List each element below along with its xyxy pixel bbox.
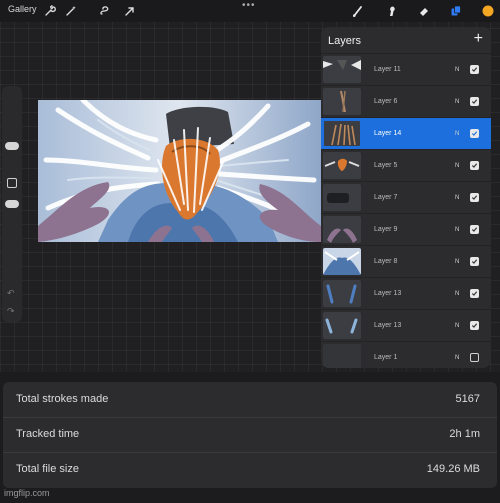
layer-thumbnail: [323, 280, 361, 307]
gallery-button[interactable]: Gallery: [8, 4, 37, 14]
magic-wand-icon[interactable]: [63, 3, 79, 19]
layer-name: Layer 8: [374, 258, 398, 265]
layer-row[interactable]: Layer 13 N: [321, 309, 491, 341]
layer-row[interactable]: Layer 5 N: [321, 149, 491, 181]
layer-name: Layer 14: [374, 130, 402, 137]
redo-icon[interactable]: ↷: [7, 306, 15, 317]
undo-icon[interactable]: ↶: [7, 288, 15, 299]
layer-name: Layer 9: [374, 226, 398, 233]
layer-visibility-checkbox[interactable]: [470, 161, 479, 170]
drawing-stats-panel: Total strokes made 5167 Tracked time 2h …: [3, 382, 497, 488]
layer-name: Layer 13: [374, 290, 402, 297]
color-icon[interactable]: [480, 3, 496, 19]
stat-label: Tracked time: [16, 428, 80, 440]
layer-row[interactable]: Layer 11 N: [321, 53, 491, 85]
layer-row[interactable]: Layer 8 N: [321, 245, 491, 277]
more-options-dots[interactable]: •••: [242, 0, 256, 11]
blend-mode[interactable]: N: [455, 163, 459, 169]
layer-row[interactable]: Layer 7 N: [321, 181, 491, 213]
layers-panel-title: Layers: [328, 35, 362, 47]
layer-name: Layer 11: [374, 66, 401, 73]
layer-thumbnail: [323, 184, 361, 211]
blend-mode[interactable]: N: [455, 131, 459, 137]
blend-mode[interactable]: N: [455, 355, 459, 361]
brush-size-slider[interactable]: [5, 142, 19, 150]
stat-value: 2h 1m: [449, 428, 480, 440]
transform-icon[interactable]: [122, 3, 138, 19]
blend-mode[interactable]: N: [455, 227, 459, 233]
layer-visibility-checkbox[interactable]: [470, 321, 479, 330]
wrench-icon[interactable]: [42, 3, 58, 19]
selection-icon[interactable]: [97, 3, 113, 19]
layer-row[interactable]: Layer 1 N: [321, 341, 491, 368]
layer-visibility-checkbox[interactable]: [470, 353, 479, 362]
smudge-icon[interactable]: [384, 3, 400, 19]
layer-name: Layer 7: [374, 194, 398, 201]
layer-name: Layer 13: [374, 322, 402, 329]
layer-visibility-checkbox[interactable]: [470, 289, 479, 298]
blend-mode[interactable]: N: [455, 99, 459, 105]
layers-icon[interactable]: [448, 3, 464, 19]
eraser-icon[interactable]: [416, 3, 432, 19]
layer-visibility-checkbox[interactable]: [470, 225, 479, 234]
layer-thumbnail: [323, 88, 361, 115]
layer-row[interactable]: Layer 9 N: [321, 213, 491, 245]
brush-icon[interactable]: [350, 3, 366, 19]
layer-thumbnail: [323, 248, 361, 275]
layer-visibility-checkbox[interactable]: [470, 257, 479, 266]
layer-name: Layer 5: [374, 162, 398, 169]
add-layer-button[interactable]: +: [474, 30, 483, 48]
modify-button[interactable]: [7, 178, 17, 188]
stat-label: Total strokes made: [16, 393, 109, 405]
layer-thumbnail: [323, 312, 361, 339]
layers-panel: Layers + Layer 11 N Layer 6 N Layer 14 N…: [321, 27, 491, 368]
layer-thumbnail: [323, 344, 361, 368]
layer-name: Layer 1: [374, 354, 398, 361]
layer-thumbnail: [323, 152, 361, 179]
watermark: imgflip.com: [4, 488, 50, 498]
blend-mode[interactable]: N: [455, 259, 459, 265]
top-toolbar: Gallery •••: [0, 0, 500, 22]
stat-value: 5167: [455, 393, 480, 405]
blend-mode[interactable]: N: [455, 323, 459, 329]
layer-row-active[interactable]: Layer 14 N: [321, 117, 491, 149]
layer-visibility-checkbox[interactable]: [470, 97, 479, 106]
layer-visibility-checkbox[interactable]: [470, 65, 479, 74]
layer-row[interactable]: Layer 6 N: [321, 85, 491, 117]
layer-thumbnail: [323, 56, 361, 83]
stat-row-strokes: Total strokes made 5167: [3, 382, 497, 417]
left-sidebar: ↶ ↷: [2, 86, 22, 322]
blend-mode[interactable]: N: [455, 291, 459, 297]
layer-name: Layer 6: [374, 98, 398, 105]
blend-mode[interactable]: N: [455, 195, 459, 201]
artwork-canvas[interactable]: [38, 100, 321, 242]
opacity-slider[interactable]: [5, 200, 19, 208]
stat-value: 149.26 MB: [426, 463, 480, 475]
layer-visibility-checkbox[interactable]: [470, 129, 479, 138]
stat-row-time: Tracked time 2h 1m: [3, 417, 497, 452]
stat-row-size: Total file size 149.26 MB: [3, 452, 497, 487]
blend-mode[interactable]: N: [455, 67, 459, 73]
layer-thumbnail: [323, 120, 361, 147]
layer-thumbnail: [323, 216, 361, 243]
stat-label: Total file size: [16, 463, 79, 475]
layer-visibility-checkbox[interactable]: [470, 193, 479, 202]
layer-row[interactable]: Layer 13 N: [321, 277, 491, 309]
